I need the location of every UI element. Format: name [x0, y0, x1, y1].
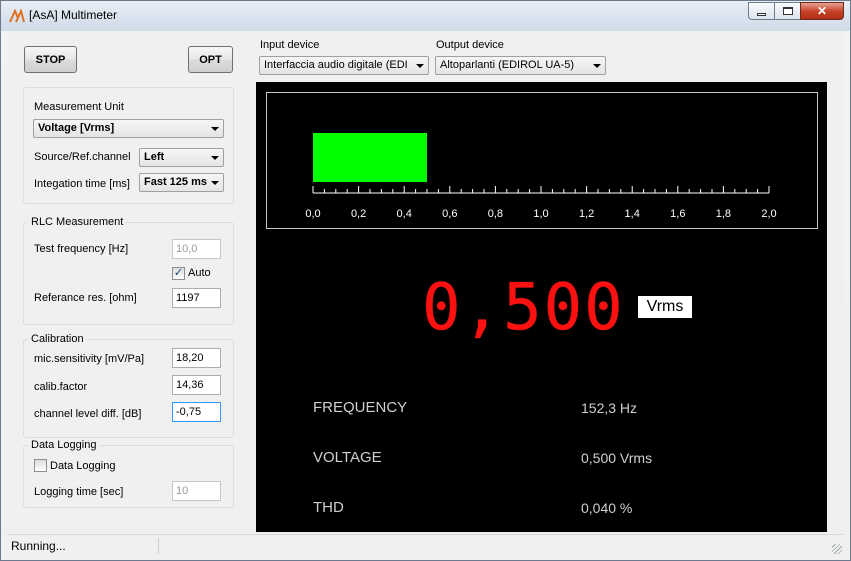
output-device-select[interactable]: Altoparlanti (EDIROL UA-5): [435, 56, 606, 75]
test-frequency-field[interactable]: 10,0: [172, 239, 221, 259]
logging-time-field[interactable]: 10: [172, 481, 221, 501]
bar-meter: 0,0 0,2 0,4 0,6 0,8 1,0 1,2 1,4 1,6 1,8 2,0: [266, 92, 818, 229]
chevron-down-icon: [211, 181, 219, 185]
input-device-value: Interfaccia audio digitale (EDI: [264, 59, 408, 71]
chevron-down-icon: [593, 64, 601, 68]
calib-factor-label: calib.factor: [34, 381, 88, 393]
scale-tick-label: 0,4: [397, 208, 412, 220]
measurement-group: Measurement Unit Voltage [Vrms] Source/R…: [23, 87, 234, 204]
thd-label: THD: [313, 499, 344, 516]
minimize-button[interactable]: [748, 2, 775, 20]
calibration-group: Calibration mic.sensitivity [mV/Pa] 18,2…: [23, 333, 234, 438]
output-device-label: Output device: [436, 39, 504, 51]
output-device-value: Altoparlanti (EDIROL UA-5): [440, 59, 575, 71]
channel-level-diff-label: channel level diff. [dB]: [34, 408, 142, 420]
mic-sensitivity-label: mic.sensitivity [mV/Pa]: [34, 353, 145, 365]
scale-tick-label: 1,8: [716, 208, 731, 220]
opt-button[interactable]: OPT: [188, 46, 233, 73]
input-device-select[interactable]: Interfaccia audio digitale (EDI: [259, 56, 429, 75]
data-logging-group-title: Data Logging: [28, 439, 100, 451]
title-bar[interactable]: [AsA] Multimeter ✕: [1, 1, 850, 31]
checkmark-icon: ✓: [173, 267, 184, 279]
main-reading: 0,500: [422, 271, 625, 345]
scale-tick-label: 0,0: [305, 208, 320, 220]
scale-tick-label: 1,0: [533, 208, 548, 220]
measurement-unit-label: Measurement Unit: [34, 101, 124, 113]
main-unit: Vrms: [638, 296, 692, 318]
data-logging-group: Data Logging Data Logging Logging time […: [23, 439, 234, 508]
close-button[interactable]: ✕: [800, 2, 844, 20]
rlc-group: RLC Measurement Test frequency [Hz] 10,0…: [23, 216, 234, 325]
integration-time-select[interactable]: Fast 125 ms: [139, 173, 224, 192]
scale-tick-label: 2,0: [761, 208, 776, 220]
integration-time-label: Integation time [ms]: [34, 178, 130, 190]
data-logging-checkbox[interactable]: [34, 459, 47, 472]
auto-label: Auto: [188, 267, 211, 279]
chevron-down-icon: [211, 127, 219, 131]
window-title: [AsA] Multimeter: [29, 8, 118, 22]
test-frequency-label: Test frequency [Hz]: [34, 243, 129, 255]
chevron-down-icon: [416, 64, 424, 68]
client-area: STOP OPT Input device Interfaccia audio …: [7, 31, 844, 556]
channel-level-diff-field[interactable]: -0,75: [172, 402, 221, 422]
scale-tick-label: 0,8: [488, 208, 503, 220]
reference-resistance-label: Referance res. [ohm]: [34, 292, 137, 304]
auto-checkbox[interactable]: ✓: [172, 267, 185, 280]
measurement-unit-select[interactable]: Voltage [Vrms]: [33, 119, 224, 138]
frequency-label: FREQUENCY: [313, 399, 408, 416]
bar-meter-graphic: 0,0 0,2 0,4 0,6 0,8 1,0 1,2 1,4 1,6 1,8 2,0: [305, 133, 777, 220]
measurement-unit-value: Voltage [Vrms]: [38, 122, 115, 134]
source-channel-select[interactable]: Left: [139, 148, 224, 167]
scale-tick-label: 1,6: [670, 208, 685, 220]
reference-resistance-field[interactable]: 1197: [172, 288, 221, 308]
window-controls: ✕: [748, 2, 844, 22]
logging-time-label: Logging time [sec]: [34, 486, 124, 498]
status-divider: [158, 538, 159, 554]
minimize-icon: [757, 12, 766, 16]
maximize-button[interactable]: [774, 2, 801, 20]
voltage-value: 0,500 Vrms: [581, 450, 653, 466]
status-bar: Running...: [7, 534, 844, 556]
source-channel-label: Source/Ref.channel: [34, 151, 131, 163]
thd-value: 0,040 %: [581, 500, 633, 516]
scale-tick-label: 1,4: [625, 208, 640, 220]
scale-tick-label: 0,2: [351, 208, 366, 220]
level-bar: [313, 133, 427, 182]
data-logging-checkbox-label: Data Logging: [50, 460, 116, 472]
frequency-value: 152,3 Hz: [581, 400, 638, 416]
resize-grip-icon[interactable]: [832, 544, 842, 554]
scale-tick-label: 1,2: [579, 208, 594, 220]
maximize-icon: [782, 7, 793, 15]
mic-sensitivity-field[interactable]: 18,20: [172, 348, 221, 368]
chevron-down-icon: [211, 156, 219, 160]
input-device-label: Input device: [260, 39, 320, 51]
source-channel-value: Left: [144, 151, 165, 163]
calib-factor-field[interactable]: 14,36: [172, 375, 221, 395]
calibration-group-title: Calibration: [28, 333, 87, 345]
integration-time-value: Fast 125 ms: [144, 176, 207, 188]
voltage-label: VOLTAGE: [313, 449, 382, 466]
status-text: Running...: [11, 539, 66, 553]
meter-display: 0,0 0,2 0,4 0,6 0,8 1,0 1,2 1,4 1,6 1,8 2,0 0,500 …: [256, 82, 827, 532]
rlc-group-title: RLC Measurement: [28, 216, 127, 228]
stop-button[interactable]: STOP: [24, 46, 77, 73]
scale-tick-label: 0,6: [442, 208, 457, 220]
main-window: [AsA] Multimeter ✕ STOP OPT Input device…: [0, 0, 851, 561]
close-icon: ✕: [816, 4, 828, 18]
app-logo-icon: [9, 9, 25, 23]
